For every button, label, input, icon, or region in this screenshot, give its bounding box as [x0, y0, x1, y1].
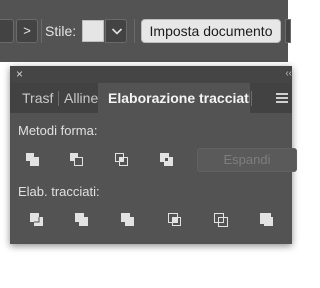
tab-transform[interactable]: Trasf	[22, 83, 56, 113]
divider	[134, 19, 135, 43]
panel-menu-icon[interactable]	[276, 93, 288, 103]
expand-button[interactable]: Espandi	[197, 148, 297, 172]
outline-icon[interactable]	[211, 210, 233, 232]
divide-icon[interactable]	[27, 210, 49, 232]
minus-front-icon[interactable]	[67, 150, 89, 172]
shape-modes-label: Metodi forma:	[18, 123, 98, 138]
pathfinder-panel: × ‹‹ Trasf Alline Elaborazione tracciati…	[10, 66, 297, 244]
trim-icon[interactable]	[72, 210, 94, 232]
minus-back-icon[interactable]	[257, 210, 279, 232]
divider	[58, 91, 59, 106]
style-label: Stile:	[45, 23, 77, 39]
document-setup-button[interactable]: Imposta documento	[141, 19, 281, 43]
collapse-icon[interactable]: ‹‹	[285, 67, 292, 81]
close-icon[interactable]: ×	[16, 67, 23, 82]
style-dropdown-button[interactable]	[105, 19, 127, 43]
intersect-icon[interactable]	[112, 150, 134, 172]
divider	[41, 19, 42, 43]
control-bar: > Stile: Imposta documento	[0, 0, 291, 62]
divider	[251, 91, 252, 106]
merge-icon[interactable]	[118, 210, 140, 232]
partial-field[interactable]	[0, 19, 14, 43]
tab-pathfinder[interactable]: Elaborazione tracciati	[98, 83, 250, 113]
exclude-icon[interactable]	[157, 150, 179, 172]
unite-icon[interactable]	[23, 150, 45, 172]
arrow-button[interactable]: >	[16, 19, 38, 43]
style-swatch[interactable]	[82, 20, 104, 42]
tab-bar: Trasf Alline Elaborazione tracciati	[10, 83, 292, 113]
crop-icon[interactable]	[165, 210, 187, 232]
partial-field[interactable]	[285, 19, 291, 43]
panel-titlebar[interactable]: × ‹‹	[10, 66, 292, 83]
chevron-down-icon	[111, 28, 123, 35]
tab-align[interactable]: Alline	[64, 83, 99, 113]
pathfinders-label: Elab. tracciati:	[18, 184, 100, 199]
